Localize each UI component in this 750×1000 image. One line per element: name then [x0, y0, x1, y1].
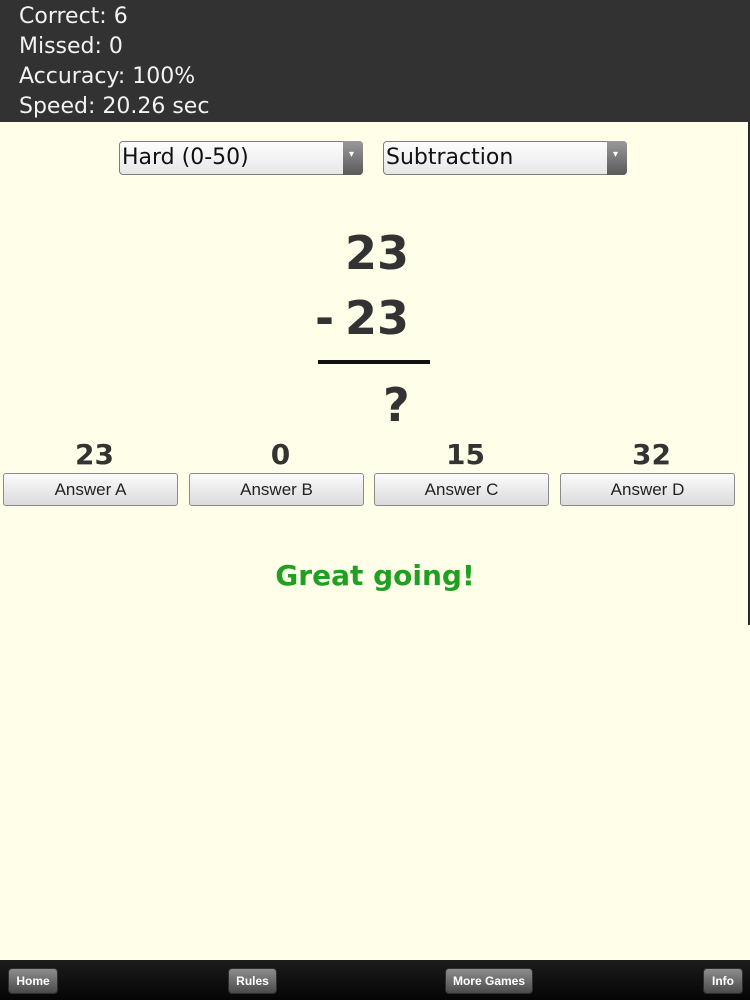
operation-dropdown-arrow: ▾: [607, 141, 627, 175]
correct-count: Correct: 6: [19, 4, 128, 29]
rules-button[interactable]: Rules: [228, 968, 277, 994]
bottom-toolbar: [0, 960, 750, 1000]
more-games-button[interactable]: More Games: [445, 968, 533, 994]
home-button[interactable]: Home: [8, 968, 58, 994]
problem-unknown: ?: [383, 378, 410, 432]
answer-d-button[interactable]: Answer D: [560, 473, 735, 506]
operation-select[interactable]: Subtraction ▾: [383, 141, 627, 175]
stats-panel: Correct: 6 Missed: 0 Accuracy: 100% Spee…: [0, 0, 750, 122]
answer-a-value: 23: [75, 438, 114, 471]
answer-c-button[interactable]: Answer C: [374, 473, 549, 506]
problem-bottom-number: 23: [345, 291, 410, 345]
difficulty-select[interactable]: Hard (0-50) ▾: [119, 141, 363, 175]
answer-b-button[interactable]: Answer B: [189, 473, 364, 506]
operation-select-value: Subtraction: [386, 145, 514, 170]
feedback-message: Great going!: [275, 559, 475, 592]
answer-a-button[interactable]: Answer A: [3, 473, 178, 506]
answer-b-value: 0: [270, 438, 291, 471]
problem-operator: -: [315, 291, 335, 345]
answer-c-value: 15: [446, 438, 485, 471]
chevron-down-icon: ▾: [349, 149, 355, 160]
problem-top-number: 23: [345, 226, 410, 280]
accuracy-value: Accuracy: 100%: [19, 64, 196, 89]
chevron-down-icon: ▾: [613, 149, 619, 160]
difficulty-select-value: Hard (0-50): [122, 145, 249, 170]
info-button[interactable]: Info: [703, 968, 743, 994]
speed-value: Speed: 20.26 sec: [19, 94, 210, 119]
problem-divider-line: [318, 360, 430, 364]
difficulty-dropdown-arrow: ▾: [343, 141, 363, 175]
answer-d-value: 32: [632, 438, 671, 471]
missed-count: Missed: 0: [19, 34, 123, 59]
